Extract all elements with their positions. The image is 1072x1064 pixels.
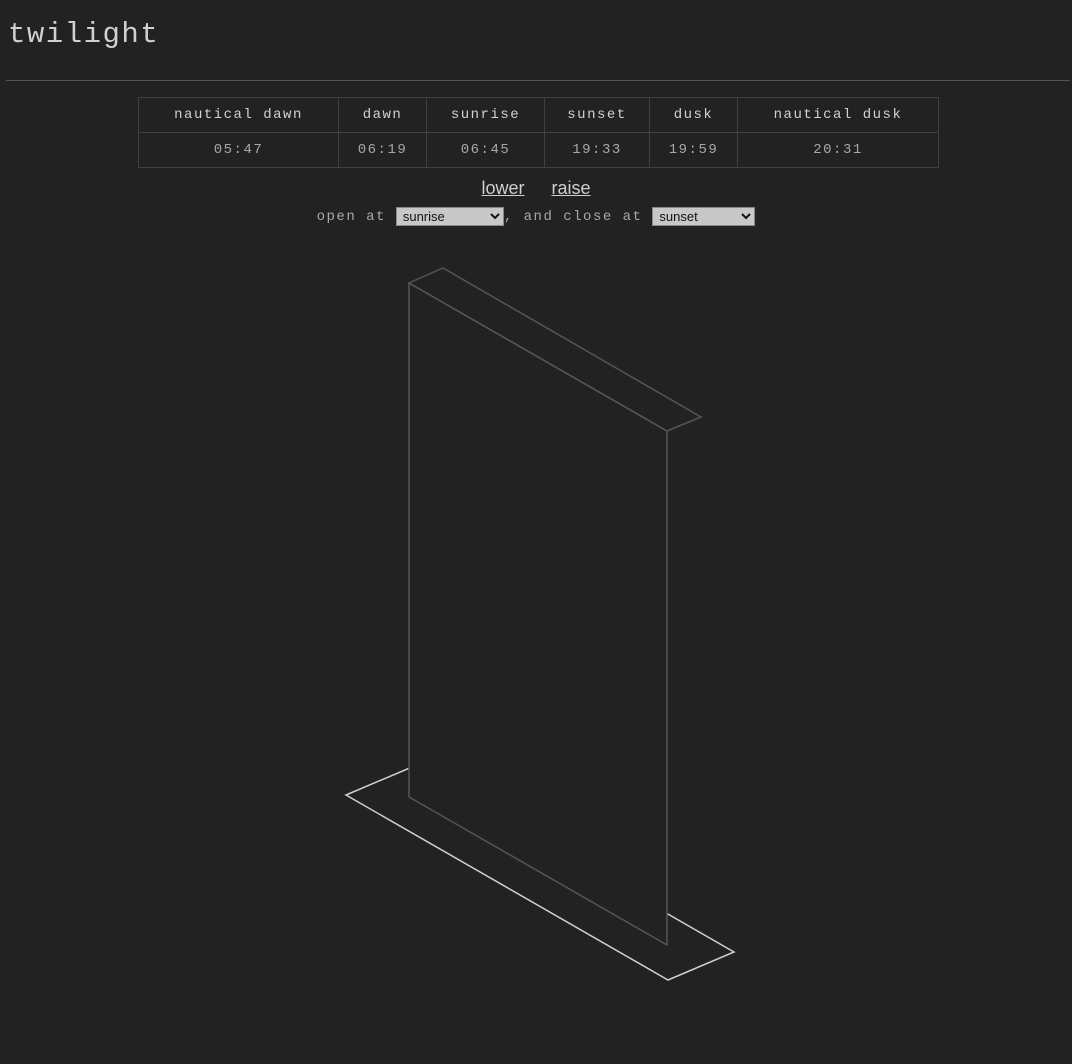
blind-panel [408,281,668,947]
blind-illustration [344,267,736,981]
